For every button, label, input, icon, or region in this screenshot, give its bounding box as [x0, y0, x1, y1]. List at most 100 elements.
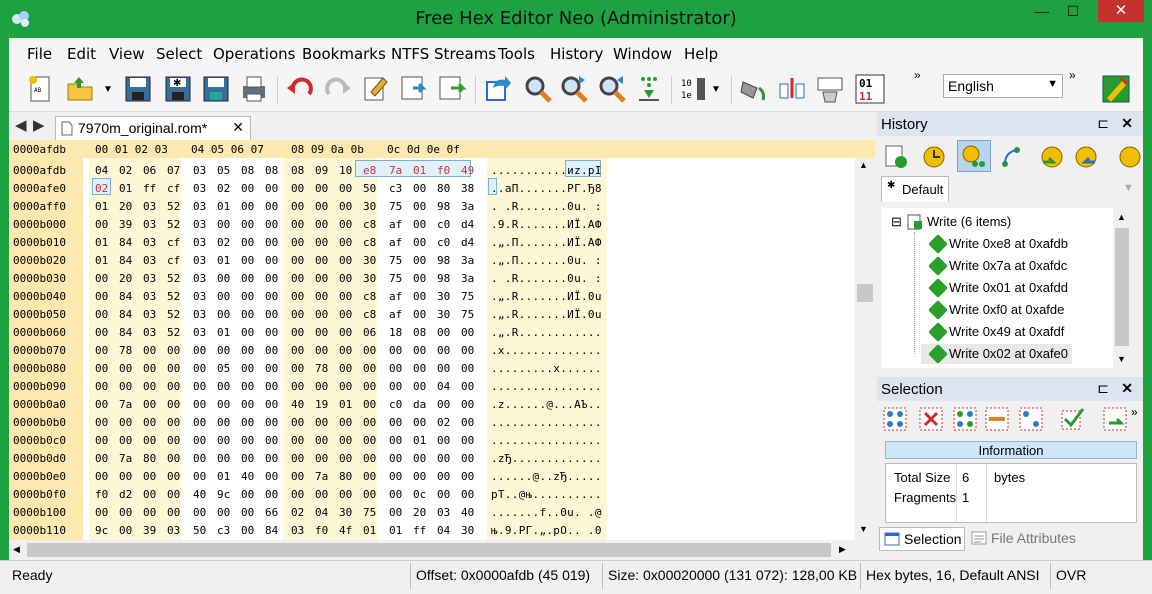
hex-byte[interactable]: 80	[339, 470, 352, 483]
hex-byte[interactable]: 00	[389, 344, 402, 357]
hscroll-thumb[interactable]	[27, 543, 831, 557]
hex-row[interactable]: 0000b020 01 84 03 cf 03 01 00 00 00 00 00 30 75 00 98 3a…	[9, 251, 855, 269]
hex-byte[interactable]: 84	[119, 308, 132, 321]
hex-byte[interactable]: 00	[265, 488, 278, 501]
tab-document[interactable]: 7970m_original.rom* ✕	[55, 116, 251, 140]
hex-byte[interactable]: 75	[389, 254, 402, 267]
hex-byte[interactable]: 40	[291, 398, 304, 411]
hex-byte[interactable]: 00	[339, 290, 352, 303]
hex-byte[interactable]: 02	[119, 164, 132, 177]
open-dropdown-icon[interactable]: ▼	[103, 74, 115, 104]
hex-byte[interactable]: 00	[315, 416, 328, 429]
hex-byte[interactable]: 03	[193, 236, 206, 249]
hex-byte[interactable]: 00	[437, 362, 450, 375]
undo-icon[interactable]	[285, 74, 315, 104]
hex-byte[interactable]: 00	[437, 344, 450, 357]
hex-byte[interactable]: 50	[363, 182, 376, 195]
hex-byte[interactable]: 10	[339, 164, 352, 177]
hex-byte[interactable]: 00	[193, 470, 206, 483]
hex-byte[interactable]: 52	[167, 272, 180, 285]
fill-icon[interactable]	[739, 74, 769, 104]
hex-byte[interactable]: c0	[437, 236, 450, 249]
hex-byte[interactable]: 05	[217, 164, 230, 177]
hex-byte[interactable]: 00	[241, 290, 254, 303]
hex-byte[interactable]: 04	[437, 524, 450, 537]
hex-byte[interactable]: 00	[119, 524, 132, 537]
redo-icon[interactable]	[323, 74, 353, 104]
hex-byte[interactable]: 00	[339, 308, 352, 321]
hex-byte[interactable]: 20	[119, 272, 132, 285]
hex-byte[interactable]: 00	[95, 362, 108, 375]
scroll-right-icon[interactable]: ▶	[839, 544, 846, 555]
hex-byte[interactable]: 03	[167, 524, 180, 537]
hex-byte[interactable]: 00	[339, 452, 352, 465]
hex-row[interactable]: 0000b050 00 84 03 52 03 00 00 00 00 00 00 c8 af 00 30 75…	[9, 305, 855, 323]
search-next-icon[interactable]	[559, 74, 589, 104]
hex-byte[interactable]: 00	[363, 470, 376, 483]
hex-byte[interactable]: 00	[265, 308, 278, 321]
hex-byte[interactable]: 00	[461, 434, 474, 447]
clear-selection-icon[interactable]	[919, 407, 943, 431]
hex-byte[interactable]: 00	[437, 470, 450, 483]
hex-byte[interactable]: 00	[363, 416, 376, 429]
hex-byte[interactable]: 00	[315, 290, 328, 303]
hex-byte[interactable]: 00	[217, 434, 230, 447]
hex-byte[interactable]: 00	[413, 416, 426, 429]
hex-byte[interactable]: 75	[389, 200, 402, 213]
hex-byte[interactable]: 00	[291, 416, 304, 429]
hex-byte[interactable]: 02	[217, 182, 230, 195]
history-item[interactable]: Write 0x7a at 0xafdc	[921, 256, 1071, 276]
close-window-button[interactable]: ✕	[1098, 0, 1144, 22]
hex-byte[interactable]: af	[389, 236, 402, 249]
hex-byte[interactable]: 05	[217, 362, 230, 375]
hex-byte[interactable]: 75	[363, 506, 376, 519]
hex-byte[interactable]: 03	[193, 272, 206, 285]
hex-byte[interactable]: 00	[217, 380, 230, 393]
expander-icon[interactable]: ⊟	[891, 214, 902, 230]
hex-byte[interactable]: 00	[265, 398, 278, 411]
hex-row[interactable]: 0000afdb 04 02 06 07 03 05 08 08 08 09 10 e8 7a 01 f0 49…	[9, 161, 855, 179]
hex-byte[interactable]: 00	[95, 272, 108, 285]
hex-byte[interactable]: 08	[241, 164, 254, 177]
history-item[interactable]: Write 0xe8 at 0xafdb	[921, 234, 1072, 254]
hex-row[interactable]: 0000afe0 02 01 ff cf 03 02 00 00 00 00 00 50 c3 00 80 38…	[9, 179, 855, 197]
hex-byte[interactable]: 00	[461, 488, 474, 501]
menu-edit[interactable]: Edit	[67, 45, 96, 63]
history-more-icon[interactable]	[1117, 144, 1143, 170]
hex-row[interactable]: 0000b0c0 00 00 00 00 00 00 00 00 00 00 00 00 00 01 00 00…	[9, 431, 855, 449]
ascii-text[interactable]: ................	[491, 434, 602, 447]
hex-byte[interactable]: 00	[461, 398, 474, 411]
minimize-button[interactable]: —	[1027, 0, 1057, 22]
hex-byte[interactable]: 03	[143, 218, 156, 231]
hex-byte[interactable]: 03	[193, 254, 206, 267]
hex-byte[interactable]: 00	[389, 452, 402, 465]
hex-byte[interactable]: 84	[119, 236, 132, 249]
hex-byte[interactable]: 00	[241, 524, 254, 537]
hex-byte[interactable]: af	[389, 218, 402, 231]
hex-byte[interactable]: 00	[339, 326, 352, 339]
hex-byte[interactable]: 00	[193, 416, 206, 429]
hex-byte[interactable]: 00	[291, 326, 304, 339]
hex-byte[interactable]: 9c	[217, 488, 230, 501]
hex-byte[interactable]: 00	[167, 452, 180, 465]
scroll-thumb[interactable]	[1115, 228, 1129, 346]
hex-byte[interactable]: 00	[389, 416, 402, 429]
hex-byte[interactable]: 00	[217, 344, 230, 357]
hex-byte[interactable]: 30	[437, 290, 450, 303]
hex-byte[interactable]: 20	[413, 506, 426, 519]
nav-back-icon[interactable]: ◀	[15, 116, 27, 134]
hex-byte[interactable]: 19	[315, 398, 328, 411]
hex-byte[interactable]: 00	[291, 434, 304, 447]
hex-byte[interactable]: 00	[241, 488, 254, 501]
menu-bookmarks[interactable]: Bookmarks	[302, 45, 386, 63]
hex-byte[interactable]: 00	[193, 398, 206, 411]
menu-operations[interactable]: Operations	[213, 45, 295, 63]
hex-byte[interactable]: 00	[437, 434, 450, 447]
hex-byte[interactable]: 02	[291, 506, 304, 519]
select-block-icon[interactable]	[953, 407, 977, 431]
nav-forward-icon[interactable]: ▶	[33, 116, 45, 134]
hex-byte[interactable]: 04	[437, 380, 450, 393]
hex-byte[interactable]: c3	[217, 524, 230, 537]
hex-byte[interactable]: 0c	[413, 488, 426, 501]
ascii-text[interactable]: .........x......	[491, 362, 602, 375]
